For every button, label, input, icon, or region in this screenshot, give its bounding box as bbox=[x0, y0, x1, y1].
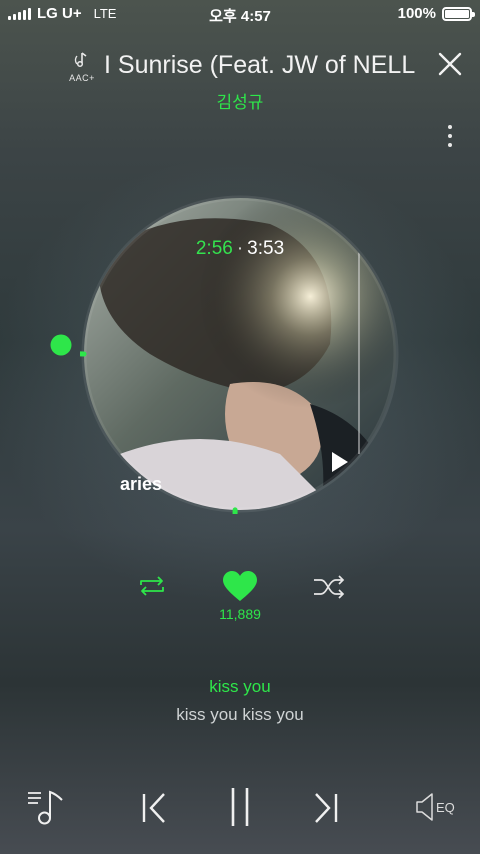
aac-icon bbox=[74, 52, 87, 68]
previous-icon bbox=[142, 793, 165, 823]
aac-label: AAC+ bbox=[69, 73, 95, 83]
album-art-text: aries bbox=[120, 474, 163, 494]
close-icon bbox=[438, 52, 462, 76]
repeat-button[interactable] bbox=[136, 572, 168, 600]
more-button[interactable] bbox=[440, 122, 460, 152]
pause-icon bbox=[231, 788, 249, 826]
playlist-button[interactable] bbox=[26, 788, 66, 826]
previous-button[interactable] bbox=[140, 792, 168, 824]
status-bar: LG U+ LTE 오후 4:57 100% bbox=[0, 0, 480, 28]
eq-button[interactable]: EQ bbox=[414, 790, 460, 826]
aac-quality-button[interactable]: AAC+ bbox=[66, 50, 98, 83]
elapsed-time: 2:56 bbox=[195, 238, 233, 259]
repeat-icon bbox=[140, 576, 164, 596]
pause-button[interactable] bbox=[228, 786, 252, 828]
artist-name[interactable]: 김성규 bbox=[0, 88, 480, 113]
like-button[interactable] bbox=[222, 570, 258, 604]
song-title: I Sunrise (Feat. JW of NELL bbox=[104, 51, 416, 79]
time-separator: · bbox=[236, 238, 244, 259]
like-count: 11,889 bbox=[219, 606, 261, 622]
eq-label: EQ bbox=[436, 800, 455, 815]
lyric-current-line[interactable]: kiss you bbox=[0, 677, 480, 697]
progress-knob[interactable] bbox=[48, 332, 74, 358]
playlist-icon bbox=[28, 790, 63, 825]
shuffle-button[interactable] bbox=[312, 574, 346, 600]
next-button[interactable] bbox=[312, 792, 340, 824]
next-icon bbox=[315, 793, 338, 823]
shuffle-icon bbox=[314, 575, 345, 599]
close-button[interactable] bbox=[436, 50, 464, 78]
more-icon bbox=[440, 125, 460, 147]
total-time: 3:53 bbox=[247, 238, 285, 259]
heart-icon bbox=[223, 571, 257, 601]
battery-icon bbox=[442, 6, 475, 21]
playback-time: 2:56 · 3:53 bbox=[0, 238, 480, 260]
battery-percent: 100% bbox=[397, 5, 436, 22]
eq-icon bbox=[416, 793, 433, 821]
lyric-next-line[interactable]: kiss you kiss you bbox=[0, 705, 480, 725]
